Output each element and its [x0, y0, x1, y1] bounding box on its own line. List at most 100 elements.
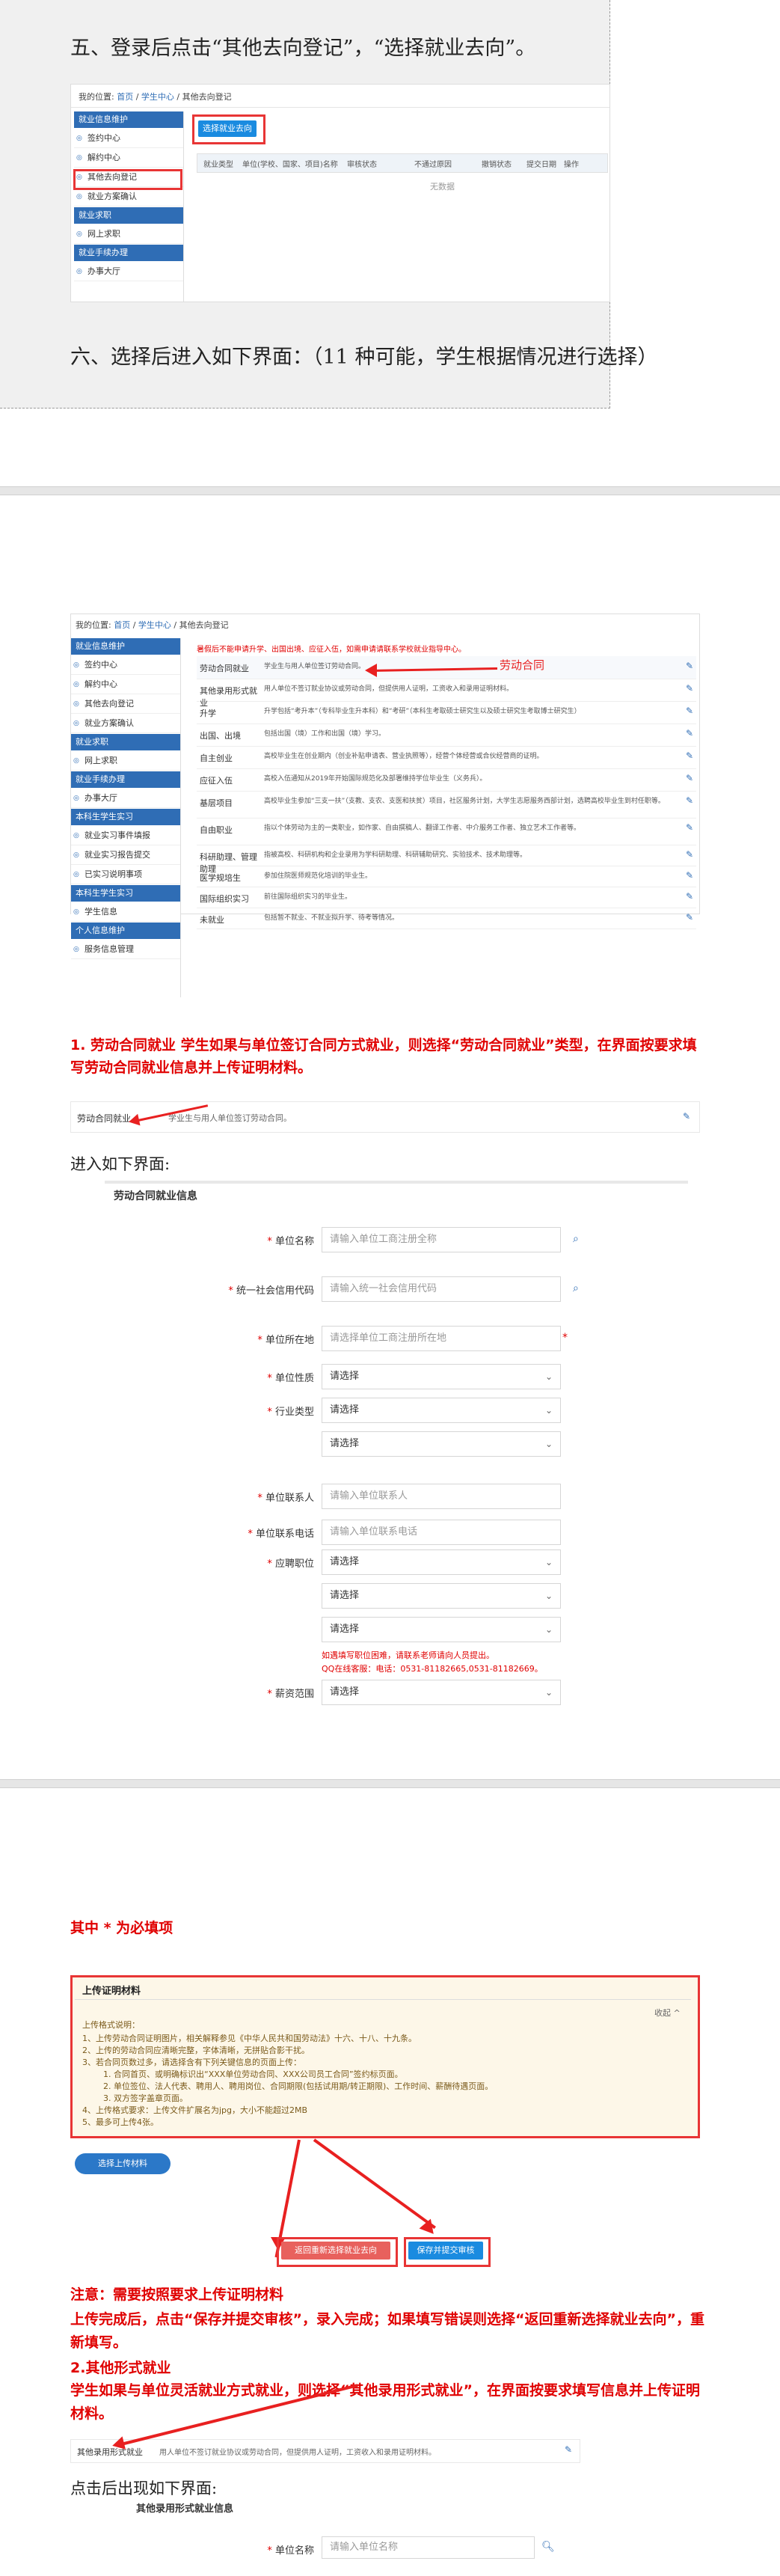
option-desc: 升学包括“考升本”（专科毕业生升本科）和“考研”（本科生考取硕士研究生以及硕士研…	[264, 708, 581, 715]
edit-icon[interactable]: ✎	[686, 849, 693, 860]
sidebar-item[interactable]: ◎ 签约中心	[71, 656, 180, 675]
edit-icon[interactable]: ✎	[686, 661, 693, 671]
position-select-2[interactable]: 请选择 ⌄	[322, 1583, 561, 1609]
option-name[interactable]: 劳动合同就业	[77, 1112, 131, 1125]
edit-icon[interactable]: ✎	[686, 891, 693, 902]
edit-icon[interactable]: ✎	[686, 795, 693, 806]
option-name[interactable]: 自主创业	[200, 752, 261, 764]
sidebar-item[interactable]: ◎ 签约中心	[74, 129, 183, 148]
form-label-text: 行业类型	[274, 1407, 314, 1418]
unit-name-input[interactable]: 请输入单位工商注册全称	[322, 1227, 561, 1252]
option-name[interactable]: 出国、出境	[200, 729, 261, 741]
option-name[interactable]: 国际组织实习	[200, 893, 261, 905]
sidebar-item-label: 就业实习事件填报	[85, 830, 150, 840]
return-button[interactable]: 返回重新选择就业去向	[281, 2242, 390, 2260]
sidebar-item-label: 解约中心	[85, 679, 117, 689]
breadcrumb-center-2[interactable]: 学生中心	[138, 620, 171, 630]
search-icon-form2[interactable]: 🔍︎	[541, 2541, 555, 2553]
sidebar-item[interactable]: ◎ 网上求职	[74, 225, 183, 244]
circle-icon: ◎	[76, 193, 82, 201]
choose-destination-button[interactable]: 选择就业去向	[198, 120, 257, 137]
breadcrumb-home-2[interactable]: 首页	[114, 620, 130, 630]
sidebar-item[interactable]: ◎ 办事大厅	[74, 263, 183, 281]
sidebar-item[interactable]: ◎ 就业实习报告提交	[71, 846, 180, 865]
breadcrumb-home[interactable]: 首页	[117, 92, 133, 102]
form2-title: 其他录用形式就业信息	[136, 2503, 234, 2515]
sidebar-group-header: 就业信息维护	[74, 111, 183, 128]
sidebar-item-label: 解约中心	[87, 153, 120, 162]
option-row[interactable]: 科研助理、管理助理 指被高校、科研机构和企业录用为学科研助理、科研辅助研究、实验技…	[197, 845, 696, 874]
sidebar-item[interactable]: ◎ 学生信息	[71, 903, 180, 922]
sidebar-item[interactable]: ◎ 解约中心	[74, 149, 183, 168]
table-header-cell: 撤销状态	[482, 161, 512, 169]
option-row[interactable]: 未就业 包括暂不就业、不就业拟升学、待考等情况。 ✎	[197, 908, 696, 929]
option-row[interactable]: 其他录用形式就业 用人单位不签订就业协议或劳动合同，但提供用人证明，工资收入和录用…	[197, 679, 696, 708]
option-row[interactable]: 医学规培生 参加住院医师规范化培训的毕业生。 ✎	[197, 866, 696, 887]
unit-location-input[interactable]: 请选择单位工商注册所在地	[322, 1326, 561, 1351]
edit-icon[interactable]: ✎	[686, 706, 693, 716]
option-name[interactable]: 应征入伍	[200, 774, 261, 786]
option-name[interactable]: 自由职业	[200, 824, 261, 836]
sidebar-item[interactable]: ◎ 就业方案确认	[71, 715, 180, 733]
position-select-3[interactable]: 请选择 ⌄	[322, 1617, 561, 1642]
option-row[interactable]: 自由职业 指以个体劳动为主的一类职业，如作家、自由撰稿人、翻译工作者、中介服务工作…	[197, 818, 696, 845]
option-name[interactable]: 劳动合同就业	[200, 662, 261, 674]
sidebar-item[interactable]: ◎ 网上求职	[71, 752, 180, 771]
breadcrumb-2: 我的位置: 首页 / 学生中心 / 其他去向登记	[76, 620, 229, 630]
sidebar-item[interactable]: ◎ 就业方案确认	[74, 188, 183, 206]
edit-icon[interactable]: ✎	[686, 822, 693, 833]
industry-select-1[interactable]: 请选择 ⌄	[322, 1398, 561, 1423]
sidebar-item[interactable]: ◎ 解约中心	[71, 676, 180, 694]
sidebar-item[interactable]: ◎ 已实习说明事项	[71, 866, 180, 884]
industry-select-2[interactable]: 请选择 ⌄	[322, 1431, 561, 1457]
search-icon[interactable]: ⌕	[573, 1233, 579, 1245]
option2-name[interactable]: 其他录用形式就业	[77, 2446, 143, 2458]
edit-icon[interactable]: ✎	[686, 773, 693, 783]
option-row[interactable]: 升学 升学包括“考升本”（专科毕业生升本科）和“考研”（本科生考取硕士研究生以及硕…	[197, 701, 696, 724]
contact-input[interactable]: 请输入单位联系人	[322, 1484, 561, 1509]
option-row[interactable]: 自主创业 高校毕业生在创业期内（创业补贴申请表、营业执照等），经营个体经营或合伙经…	[197, 746, 696, 769]
option-name[interactable]: 未就业	[200, 914, 261, 926]
save-submit-button[interactable]: 保存并提交审核	[408, 2242, 483, 2260]
after-click-text: 点击后出现如下界面:	[70, 2479, 218, 2497]
edit-icon[interactable]: ✎	[686, 728, 693, 738]
option-row[interactable]: 国际组织实习 前往国际组织实习的毕业生。 ✎	[197, 887, 696, 908]
circle-icon: ◎	[73, 681, 79, 688]
phone-input[interactable]: 请输入单位联系电话	[322, 1520, 561, 1545]
breadcrumb-center[interactable]: 学生中心	[141, 92, 174, 102]
edit-icon-2[interactable]: ✎	[565, 2444, 572, 2455]
edit-icon[interactable]: ✎	[686, 683, 693, 694]
sidebar-item[interactable]: ◎ 办事大厅	[71, 789, 180, 808]
option-desc: 学业生与用人单位签订劳动合同。	[168, 1113, 292, 1123]
option-name[interactable]: 基层项目	[200, 797, 261, 809]
upload-instruction-line: 2、上传的劳动合同应清晰完整，字体清晰，无拼贴合影干扰。	[82, 2046, 310, 2055]
option-row[interactable]: 出国、出境 包括出国（境）工作和出国（境）学习。 ✎	[197, 723, 696, 747]
upload-instruction-line: 5、最多可上传4张。	[82, 2117, 159, 2127]
salary-select[interactable]: 请选择 ⌄	[322, 1680, 561, 1705]
collapse-toggle[interactable]: 收起 ^	[654, 2007, 681, 2019]
edit-icon[interactable]: ✎	[686, 870, 693, 881]
credit-code-input[interactable]: 请输入统一社会信用代码	[322, 1276, 561, 1302]
unit-nature-select[interactable]: 请选择 ⌄	[322, 1364, 561, 1389]
option-row[interactable]: 应征入伍 高校入伍通知从2019年开始国际规范化及部署维持学位毕业生（义务兵）。 ✎	[197, 768, 696, 792]
sidebar-item[interactable]: ◎ 服务信息管理	[71, 940, 180, 959]
search-icon[interactable]: ⌕	[573, 1282, 579, 1294]
sidebar-item[interactable]: ◎ 就业实习事件填报	[71, 827, 180, 845]
edit-icon[interactable]: ✎	[686, 750, 693, 761]
sidebar-item[interactable]: ◎ 其他去向登记	[71, 695, 180, 714]
form-title: 劳动合同就业信息	[114, 1190, 197, 1202]
position-select-1[interactable]: 请选择 ⌄	[322, 1549, 561, 1575]
sidebar-item-label: 办事大厅	[87, 266, 120, 276]
edit-icon[interactable]: ✎	[683, 1111, 690, 1122]
option-row[interactable]: 基层项目 高校毕业生参加“三支一扶”（支教、支农、支医和扶贫）项目，社区服务计划，…	[197, 791, 696, 819]
select-file-button[interactable]: 选择上传材料	[75, 2153, 171, 2174]
option-name[interactable]: 医学规培生	[200, 872, 261, 884]
sidebar-2: 就业信息维护 ◎ 签约中心 ◎ 解约中心 ◎ 其他去向登记 ◎ 就业方案确认 就业求职 ◎ 网上求职就…	[71, 638, 181, 997]
option-name[interactable]: 升学	[200, 707, 261, 719]
required-star: *	[267, 1373, 275, 1384]
form2-unit-name-input[interactable]: 请输入单位名称	[322, 2536, 535, 2559]
form2-label: * 单位名称	[267, 2545, 314, 2557]
sidebar-item-label: 已实习说明事项	[85, 869, 142, 879]
edit-icon[interactable]: ✎	[686, 912, 693, 923]
sidebar-item-label: 网上求职	[85, 756, 117, 765]
